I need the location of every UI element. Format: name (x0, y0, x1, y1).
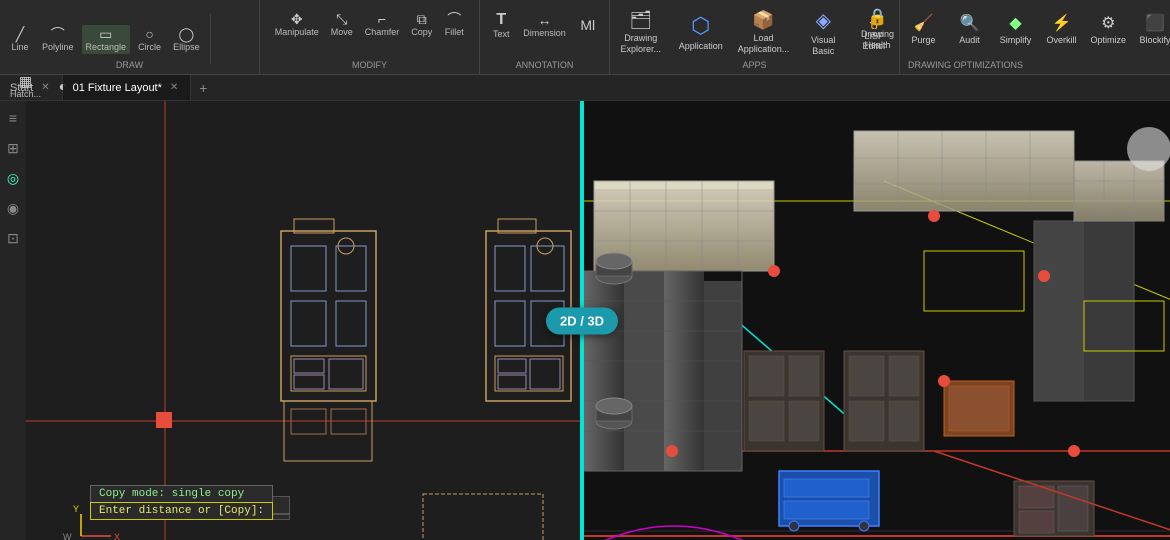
drawing-optimizations-section: 🔒 DrawingHealth 🧹 Purge 🔍 Audit ◆ Simpli… (900, 0, 1170, 74)
visual-basic-icon: ◈ (816, 8, 831, 33)
svg-text:Y: Y (73, 504, 79, 514)
audit-button[interactable]: 🔍 Audit (947, 10, 991, 48)
main-toolbar: ╱ Line ⌒ Polyline ▭ Rectangle ○ Circle ◯… (0, 0, 1170, 75)
apps-row: 🗂 DrawingExplorer... ⬡ Application 📦 Loa… (612, 0, 898, 61)
svg-text:X: X (114, 532, 120, 540)
blockify-button[interactable]: ⬛ Blockify (1133, 10, 1170, 48)
dimension-tool[interactable]: ↔ Dimension (519, 11, 570, 40)
text-tool[interactable]: T Text (487, 10, 515, 41)
svg-text:W: W (63, 532, 72, 540)
blockify-icon: ⬛ (1145, 13, 1165, 33)
simplify-icon: ◆ (1009, 13, 1021, 33)
panel-3d (584, 101, 1170, 540)
manipulate-icon: ✥ (291, 12, 303, 26)
modify-label: MODIFY (352, 60, 387, 70)
load-application-icon: 📦 (752, 10, 774, 31)
line-icon: ╱ (16, 27, 24, 41)
orange-accent-boxes (944, 381, 1014, 436)
fillet-icon: ⌒ (447, 12, 461, 26)
application-button[interactable]: ⬡ Application (672, 9, 730, 56)
panel-divider[interactable]: 2D / 3D (580, 101, 584, 540)
drawing-health-icon: 🔒 (868, 7, 888, 27)
shelf-unit-2 (854, 131, 1074, 211)
hatch-icon: ▦ (19, 74, 32, 88)
rectangle-icon: ▭ (99, 27, 112, 41)
red-node-3 (1038, 270, 1050, 282)
drawing-canvas-2d[interactable]: X Y W (26, 101, 580, 540)
multileader-tool[interactable]: Ml (574, 16, 602, 35)
red-node-5 (666, 445, 678, 457)
sidebar-blocks-icon[interactable]: ⊡ (2, 227, 24, 249)
simplify-button[interactable]: ◆ Simplify (993, 10, 1037, 48)
annotation-section: T Text ↔ Dimension Ml ANNOTATION (480, 0, 610, 74)
rectangle-tool[interactable]: ▭ Rectangle (82, 25, 131, 54)
optimizations-row: 🔒 DrawingHealth 🧹 Purge 🔍 Audit ◆ Simpli… (855, 0, 1170, 54)
drawing-explorer-button[interactable]: 🗂 DrawingExplorer... (612, 6, 670, 59)
circle-tool[interactable]: ○ Circle (134, 25, 165, 54)
chamfer-icon: ⌐ (378, 12, 386, 26)
sidebar-view-icon[interactable]: ◎ (2, 167, 24, 189)
move-tool[interactable]: ⤡ Move (327, 10, 357, 39)
audit-icon: 🔍 (960, 13, 980, 33)
overkill-icon: ⚡ (1052, 13, 1072, 33)
red-node-6 (938, 375, 950, 387)
display-boxes-lower-right (1014, 481, 1094, 536)
hatch-tool[interactable]: ▦ Hatch... (6, 72, 45, 101)
barrel-1 (596, 253, 632, 284)
fillet-tool[interactable]: ⌒ Fillet (440, 10, 468, 39)
draw-tools: ╱ Line ⌒ Polyline ▭ Rectangle ○ Circle ◯… (6, 4, 251, 101)
copy-icon: ⧉ (417, 12, 427, 26)
red-node-1 (768, 265, 780, 277)
text-icon: T (496, 12, 506, 28)
barrel-2 (596, 398, 632, 429)
sidebar-light-icon[interactable]: ◉ (2, 197, 24, 219)
draw-section: ╱ Line ⌒ Polyline ▭ Rectangle ○ Circle ◯… (0, 0, 260, 74)
purge-button[interactable]: 🧹 Purge (901, 10, 945, 48)
draw-label: DRAW (116, 60, 143, 70)
multileader-icon: Ml (580, 18, 595, 32)
panel-2d: ≡ ⊞ ◎ ◉ ⊡ (0, 101, 580, 540)
gradient-tool[interactable]: ◐ (49, 77, 77, 96)
toolbar-divider-1 (210, 14, 211, 64)
chamfer-tool[interactable]: ⌐ Chamfer (361, 10, 404, 39)
main-content: ≡ ⊞ ◎ ◉ ⊡ (0, 101, 1170, 540)
manipulate-tool[interactable]: ✥ Manipulate (271, 10, 323, 39)
ellipse-tool[interactable]: ◯ Ellipse (169, 25, 204, 54)
polyline-tool[interactable]: ⌒ Polyline (38, 25, 78, 54)
drawing-health-button[interactable]: 🔒 DrawingHealth (855, 4, 899, 54)
annotation-label: ANNOTATION (516, 60, 574, 70)
copy-tool[interactable]: ⧉ Copy (407, 10, 436, 39)
drawing-optimizations-label: DRAWING OPTIMIZATIONS (900, 60, 1023, 70)
wall-panels (584, 271, 742, 471)
move-icon: ⤡ (336, 12, 347, 26)
line-tool[interactable]: ╱ Line (6, 25, 34, 54)
drawing-canvas-3d[interactable] (584, 101, 1170, 540)
application-icon: ⬡ (691, 13, 710, 39)
red-node-4 (1068, 445, 1080, 457)
dimension-icon: ↔ (538, 13, 552, 27)
red-node-2 (928, 210, 940, 222)
optimize-icon: ⚙ (1101, 13, 1115, 33)
toggle-2d-3d-button[interactable]: 2D / 3D (546, 307, 618, 334)
modify-tools: ✥ Manipulate ⤡ Move ⌐ Chamfer ⧉ Copy ⌒ F… (271, 4, 469, 39)
annotation-tools: T Text ↔ Dimension Ml (487, 4, 602, 41)
sidebar-layers-icon[interactable]: ≡ (2, 107, 24, 129)
apps-label: APPS (742, 60, 766, 70)
circle-icon: ○ (145, 27, 153, 41)
blue-cart (779, 471, 879, 531)
modify-section: ✥ Manipulate ⤡ Move ⌐ Chamfer ⧉ Copy ⌒ F… (260, 0, 480, 74)
drawing-explorer-icon: 🗂 (629, 10, 652, 31)
sidebar-properties-icon[interactable]: ⊞ (2, 137, 24, 159)
load-application-button[interactable]: 📦 LoadApplication... (732, 6, 796, 59)
left-sidebar: ≡ ⊞ ◎ ◉ ⊡ (0, 101, 26, 540)
gradient-icon: ◐ (59, 79, 67, 93)
cursor-indicator (156, 412, 172, 428)
optimize-button[interactable]: ⚙ Optimize (1085, 10, 1131, 48)
ellipse-icon: ◯ (179, 27, 195, 41)
overkill-button[interactable]: ⚡ Overkill (1039, 10, 1083, 48)
visual-basic-button[interactable]: ◈ VisualBasic (797, 4, 849, 61)
purge-icon: 🧹 (914, 13, 934, 33)
polyline-icon: ⌒ (51, 27, 65, 41)
command-prompt-text: Copy mode: single copy Enter distance or… (90, 485, 273, 520)
